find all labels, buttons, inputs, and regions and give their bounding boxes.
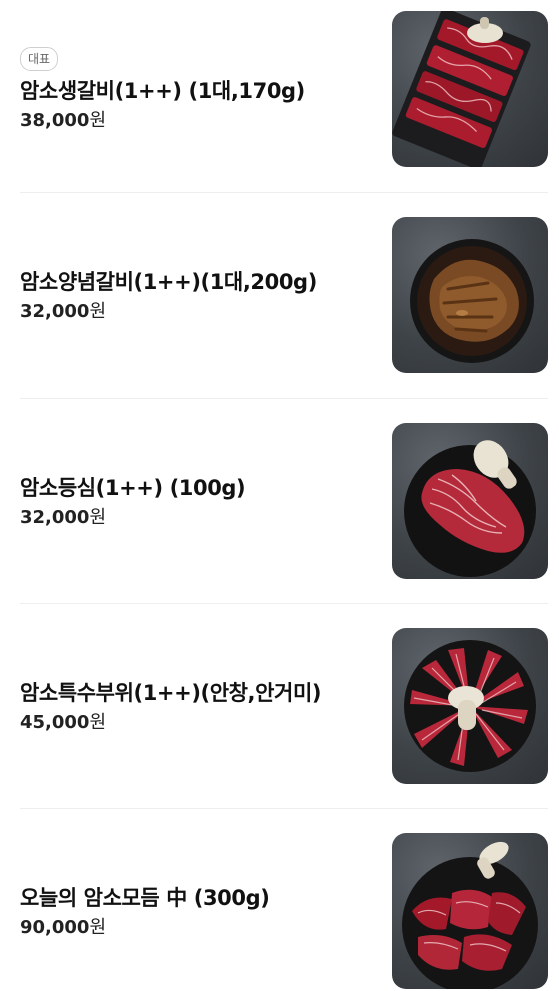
menu-item[interactable]: 암소양념갈비(1++)(1대,200g) 32,000원 bbox=[20, 217, 548, 375]
menu-item-info: 암소양념갈비(1++)(1대,200g) 32,000원 bbox=[20, 217, 375, 375]
menu-item-info: 암소특수부위(1++)(안창,안거미) 45,000원 bbox=[20, 628, 375, 786]
sirloin-photo[interactable] bbox=[392, 423, 548, 579]
menu-item-name: 암소등심(1++) (100g) bbox=[20, 476, 246, 500]
menu-item[interactable]: 대표 암소생갈비(1++) (1대,170g) 38,000원 bbox=[20, 11, 548, 169]
menu-list: 대표 암소생갈비(1++) (1대,170g) 38,000원 암소양념갈비(1… bbox=[0, 0, 559, 989]
raw-galbi-image bbox=[392, 11, 531, 167]
menu-item-name: 암소양념갈비(1++)(1대,200g) bbox=[20, 270, 317, 294]
menu-item[interactable]: 암소등심(1++) (100g) 32,000원 bbox=[20, 423, 548, 581]
menu-item[interactable]: 오늘의 암소모듬 中 (300g) 90,000원 bbox=[20, 833, 548, 991]
divider bbox=[20, 398, 548, 399]
menu-item-name: 오늘의 암소모듬 中 (300g) bbox=[20, 886, 270, 910]
menu-item[interactable]: 암소특수부위(1++)(안창,안거미) 45,000원 bbox=[20, 628, 548, 786]
special-cuts-image bbox=[404, 640, 536, 772]
divider bbox=[20, 192, 548, 193]
marinated-galbi-photo[interactable] bbox=[392, 217, 548, 373]
menu-item-info: 대표 암소생갈비(1++) (1대,170g) 38,000원 bbox=[20, 11, 375, 169]
menu-item-name: 암소생갈비(1++) (1대,170g) bbox=[20, 79, 305, 103]
special-cuts-photo[interactable] bbox=[392, 628, 548, 784]
menu-item-price: 32,000원 bbox=[20, 507, 107, 528]
menu-item-name: 암소특수부위(1++)(안창,안거미) bbox=[20, 681, 322, 705]
assorted-platter-image bbox=[402, 841, 538, 989]
menu-item-price: 45,000원 bbox=[20, 712, 107, 733]
assorted-platter-photo[interactable] bbox=[392, 833, 548, 989]
menu-item-info: 암소등심(1++) (100g) 32,000원 bbox=[20, 423, 375, 581]
menu-item-price: 38,000원 bbox=[20, 110, 107, 131]
marinated-galbi-image bbox=[410, 239, 534, 363]
sirloin-image bbox=[404, 440, 536, 577]
raw-galbi-photo[interactable] bbox=[392, 11, 548, 167]
menu-item-price: 90,000원 bbox=[20, 917, 107, 938]
signature-badge: 대표 bbox=[20, 47, 59, 71]
divider bbox=[20, 808, 548, 809]
divider bbox=[20, 603, 548, 604]
menu-item-info: 오늘의 암소모듬 中 (300g) 90,000원 bbox=[20, 833, 375, 991]
menu-item-price: 32,000원 bbox=[20, 301, 107, 322]
